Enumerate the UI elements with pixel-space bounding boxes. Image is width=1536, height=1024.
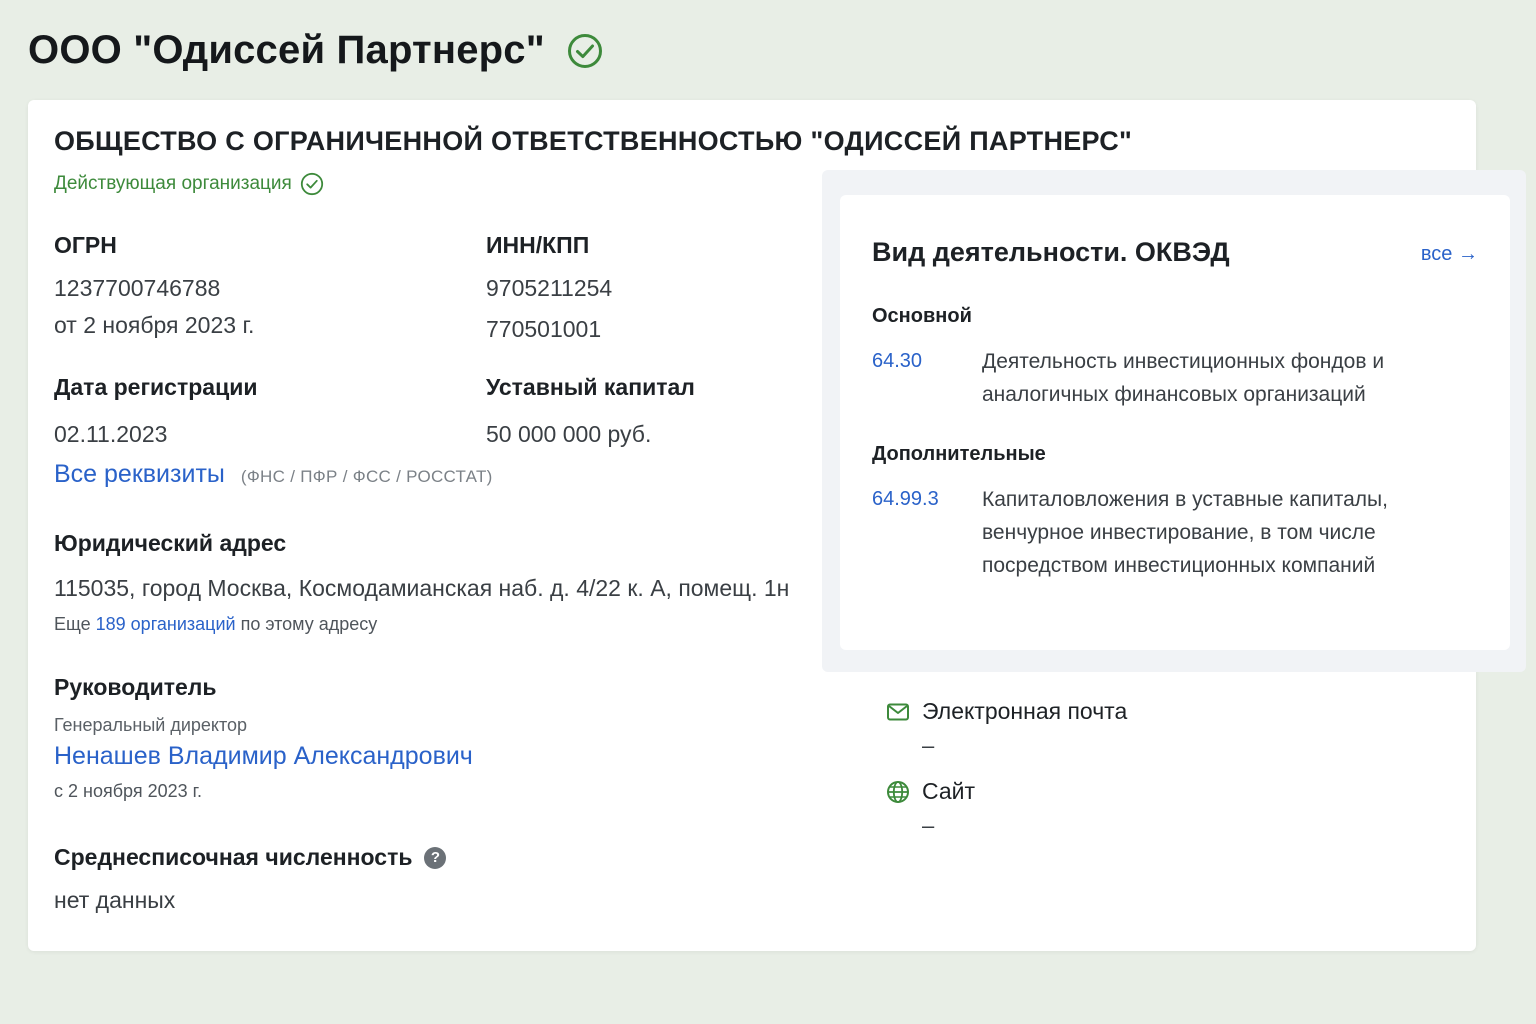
inn-kpp-label: ИНН/КПП [486, 232, 590, 258]
head-name-link[interactable]: Ненашев Владимир Александрович [54, 742, 473, 771]
okved-extra-description: Капиталовложения в уставные капиталы, ве… [982, 488, 1388, 577]
okved-main-description: Деятельность инвестиционных фондов и ана… [982, 350, 1385, 406]
requisites-row: Все реквизиты (ФНС / ПФР / ФСС / РОССТАТ… [54, 460, 493, 489]
site-contact: Сайт – [886, 778, 975, 839]
capital-field: Уставный капитал 50 000 000 руб. [486, 374, 695, 448]
email-label: Электронная почта [922, 698, 1128, 724]
page-title: ООО "Одиссей Партнерс" [28, 28, 545, 72]
inn-kpp-field: ИНН/КПП 9705211254 770501001 [486, 232, 612, 343]
globe-icon [886, 780, 910, 804]
staff-label: Среднесписочная численность [54, 844, 413, 870]
staff-value: нет данных [54, 887, 176, 913]
okved-card: Вид деятельности. ОКВЭД все → Основной 6… [840, 195, 1510, 650]
email-contact: Электронная почта – [886, 698, 1127, 759]
address-field: Юридический адрес 115035, город Москва, … [54, 530, 789, 635]
okved-all-link[interactable]: все → [1421, 243, 1478, 266]
head-since: с 2 ноября 2023 г. [54, 781, 202, 801]
email-value: – [922, 733, 935, 758]
inn-value: 9705211254 [486, 275, 613, 301]
address-more: Еще 189 организаций по этому адресу [54, 614, 789, 635]
okved-main-code[interactable]: 64.30 [872, 345, 982, 411]
capital-label: Уставный капитал [486, 374, 695, 400]
registration-field: Дата регистрации 02.11.2023 [54, 374, 258, 448]
status-text: Действующая организация [54, 173, 292, 194]
site-label: Сайт [922, 778, 976, 804]
registration-label: Дата регистрации [54, 374, 258, 400]
ogrn-date: от 2 ноября 2023 г. [54, 312, 255, 338]
ogrn-value: 1237700746788 [54, 275, 221, 301]
head-role: Генеральный директор [54, 715, 248, 735]
okved-extra-label: Дополнительные [872, 443, 1046, 465]
registration-value: 02.11.2023 [54, 421, 168, 447]
head-field: Руководитель Генеральный директор Ненаше… [54, 674, 473, 802]
page-header: ООО "Одиссей Партнерс" [28, 28, 603, 73]
okved-title: Вид деятельности. ОКВЭД [872, 237, 1230, 267]
all-requisites-link[interactable]: Все реквизиты [54, 460, 225, 489]
mail-icon [886, 700, 910, 724]
requisites-sources: (ФНС / ПФР / ФСС / РОССТАТ) [240, 467, 493, 486]
head-label: Руководитель [54, 674, 217, 700]
status-badge: Действующая организация [54, 172, 324, 196]
address-more-prefix: Еще [54, 614, 91, 634]
address-organizations-link[interactable]: 189 организаций [96, 614, 236, 634]
address-label: Юридический адрес [54, 530, 287, 556]
ogrn-field: ОГРН 1237700746788 от 2 ноября 2023 г. [54, 232, 254, 339]
email-header: Электронная почта [886, 698, 1127, 725]
site-header: Сайт [886, 778, 975, 805]
help-icon[interactable]: ? [424, 846, 447, 869]
okved-extra-row: 64.99.3 Капиталовложения в уставные капи… [872, 483, 1482, 582]
status-check-icon [300, 172, 324, 196]
staff-field: Среднесписочная численность ? нет данных [54, 844, 447, 914]
address-more-suffix: по этому адресу [240, 614, 378, 634]
ogrn-label: ОГРН [54, 232, 117, 258]
staff-label-row: Среднесписочная численность ? [54, 844, 447, 871]
okved-main-row: 64.30 Деятельность инвестиционных фондов… [872, 345, 1482, 411]
verified-check-icon [567, 33, 603, 69]
okved-main-label: Основной [872, 305, 972, 327]
kpp-value: 770501001 [486, 316, 602, 342]
company-full-name: ОБЩЕСТВО С ОГРАНИЧЕННОЙ ОТВЕТСТВЕННОСТЬЮ… [54, 126, 1133, 156]
address-value: 115035, город Москва, Космодамианская на… [54, 575, 790, 601]
capital-value: 50 000 000 руб. [486, 421, 652, 447]
okved-extra-code[interactable]: 64.99.3 [872, 483, 982, 582]
site-value: – [922, 813, 935, 838]
okved-panel: Вид деятельности. ОКВЭД все → Основной 6… [822, 170, 1526, 672]
